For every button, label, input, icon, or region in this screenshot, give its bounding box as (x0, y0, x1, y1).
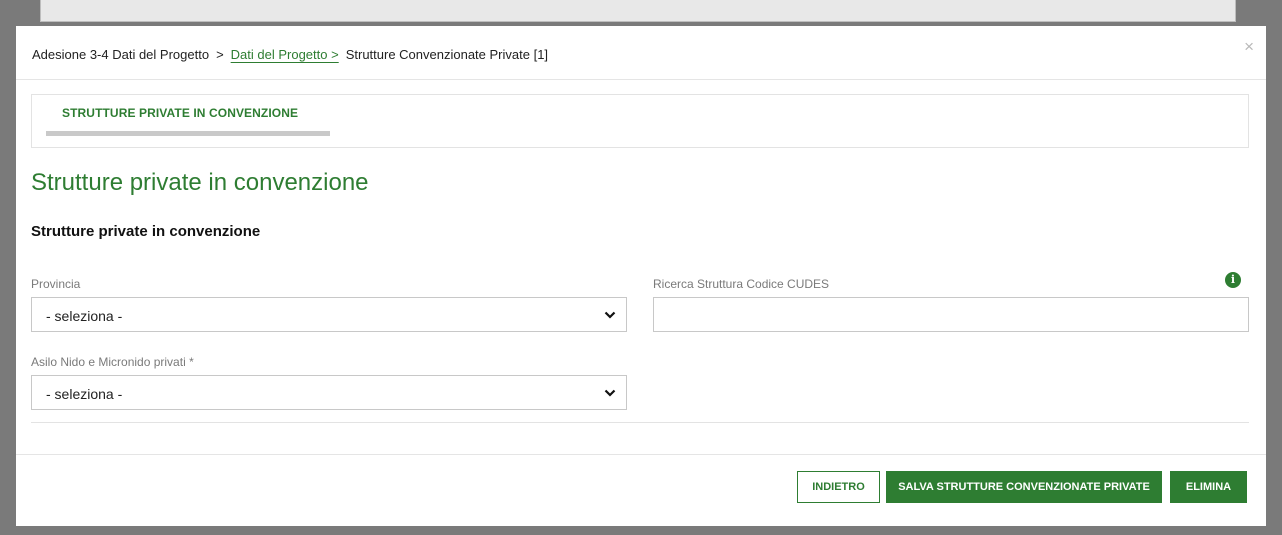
page-title: Strutture private in convenzione (31, 169, 369, 196)
form-divider (31, 422, 1249, 423)
breadcrumb: Adesione 3-4 Dati del Progetto > Dati de… (32, 47, 548, 62)
cudes-label: Ricerca Struttura Codice CUDES (653, 277, 830, 291)
close-icon[interactable]: × (1244, 38, 1254, 55)
back-button[interactable]: INDIETRO (797, 471, 880, 503)
chevron-down-icon (604, 389, 616, 397)
info-icon[interactable]: i (1225, 272, 1241, 288)
breadcrumb-separator: > (216, 47, 224, 62)
modal-footer: INDIETRO SALVA STRUTTURE CONVENZIONATE P… (16, 454, 1266, 526)
breadcrumb-item-adesione: Adesione 3-4 Dati del Progetto (32, 47, 210, 62)
chevron-down-icon (604, 311, 616, 319)
modal-dialog: Adesione 3-4 Dati del Progetto > Dati de… (16, 26, 1266, 526)
provincia-label: Provincia (31, 277, 81, 291)
asilo-select-value: - seleziona - (46, 386, 123, 402)
tab-bar: STRUTTURE PRIVATE IN CONVENZIONE (31, 94, 1249, 148)
tab-active-indicator (46, 131, 330, 136)
tab-strutture-private[interactable]: STRUTTURE PRIVATE IN CONVENZIONE (46, 95, 330, 147)
section-title: Strutture private in convenzione (31, 223, 261, 240)
breadcrumb-link-dati-progetto[interactable]: Dati del Progetto > (231, 47, 339, 62)
tab-label: STRUTTURE PRIVATE IN CONVENZIONE (62, 106, 299, 120)
delete-button[interactable]: ELIMINA (1170, 471, 1247, 503)
provincia-select[interactable]: - seleziona - (31, 297, 627, 332)
asilo-label: Asilo Nido e Micronido privati * (31, 355, 194, 369)
modal-header: Adesione 3-4 Dati del Progetto > Dati de… (16, 26, 1266, 80)
background-panel (40, 0, 1236, 22)
cudes-search-input[interactable] (653, 297, 1249, 332)
breadcrumb-item-current: Strutture Convenzionate Private [1] (345, 47, 549, 62)
save-button[interactable]: SALVA STRUTTURE CONVENZIONATE PRIVATE (886, 471, 1162, 503)
asilo-select[interactable]: - seleziona - (31, 375, 627, 410)
provincia-select-value: - seleziona - (46, 308, 123, 324)
